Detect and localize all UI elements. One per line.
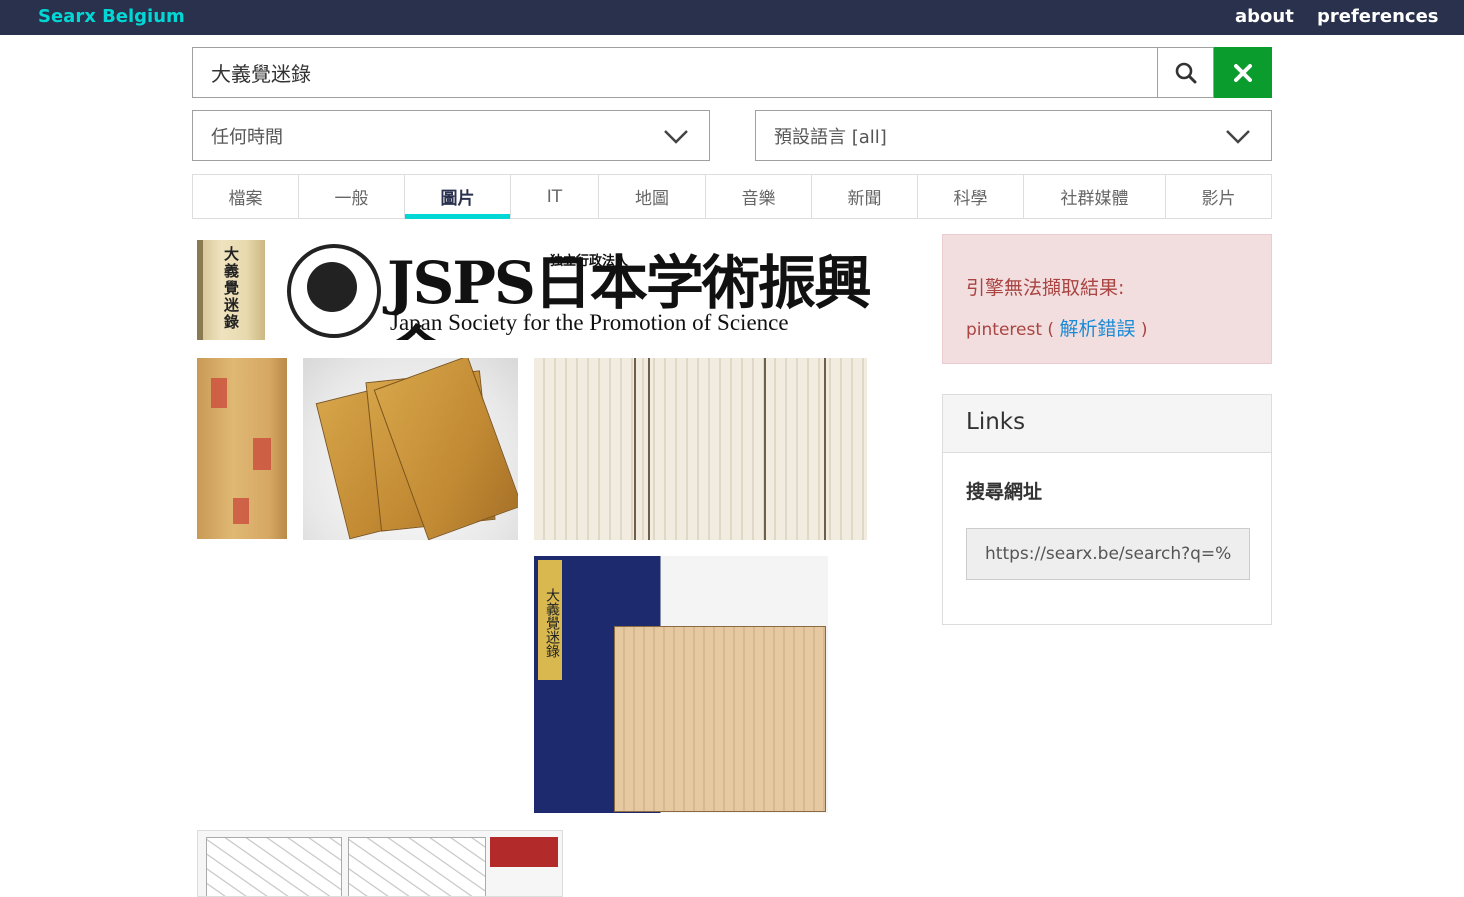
page-column-rule [634, 358, 636, 540]
top-navbar: Searx Belgium about preferences [0, 0, 1464, 35]
tab-files[interactable]: 檔案 [193, 175, 299, 218]
engine-error-panel: 引擎無法擷取結果: pinterest ( 解析錯誤 ) [942, 234, 1272, 364]
map-panel [348, 837, 486, 896]
tab-social-media[interactable]: 社群媒體 [1024, 175, 1166, 218]
image-result-jsps-logo[interactable]: JSPS日本学術振興会 独立行政法人 Japan Society for the… [285, 240, 875, 340]
tab-news[interactable]: 新聞 [812, 175, 918, 218]
tab-maps[interactable]: 地圖 [599, 175, 706, 218]
search-icon [1175, 62, 1196, 83]
tab-videos[interactable]: 影片 [1166, 175, 1271, 218]
category-tabs: 檔案 一般 圖片 IT 地圖 音樂 新聞 科學 社群媒體 影片 [192, 174, 1272, 219]
close-icon [1234, 63, 1252, 82]
tab-it[interactable]: IT [511, 175, 599, 218]
page-column-rule [764, 358, 766, 540]
image-result-text-page[interactable] [534, 358, 867, 540]
search-button[interactable] [1157, 47, 1214, 98]
page-column-rule [824, 358, 826, 540]
nav-preferences-link[interactable]: preferences [1317, 6, 1439, 27]
red-seal-mark [253, 438, 271, 470]
chevron-down-icon [1226, 130, 1250, 144]
image-result-map[interactable] [197, 830, 563, 897]
language-select[interactable]: 預設語言 [all] [755, 110, 1272, 161]
image-result-old-books[interactable] [303, 358, 518, 540]
image-result-book-cover[interactable]: 大義覺迷錄 [197, 240, 265, 340]
clear-search-button[interactable] [1214, 47, 1272, 98]
time-range-value: 任何時間 [211, 126, 283, 148]
map-panel [206, 837, 342, 896]
jsps-logo-kicker: 独立行政法人 [550, 254, 629, 269]
search-url-label: 搜尋網址 [966, 481, 1043, 503]
nav-about-link[interactable]: about [1235, 6, 1294, 27]
page-column-rule [648, 358, 650, 540]
book-open-page [614, 626, 826, 812]
tab-music[interactable]: 音樂 [706, 175, 812, 218]
error-engine-line: pinterest ( 解析錯誤 ) [966, 314, 1248, 341]
red-seal-mark [233, 498, 249, 524]
error-close-paren: ) [1135, 320, 1148, 340]
map-red-banner [490, 837, 558, 867]
search-url-field[interactable] [966, 528, 1250, 580]
tab-science[interactable]: 科學 [918, 175, 1024, 218]
brand-link[interactable]: Searx Belgium [38, 6, 185, 27]
tab-images[interactable]: 圖片 [405, 175, 511, 219]
jsps-seal-center [307, 262, 357, 312]
error-title: 引擎無法擷取結果: [966, 277, 1125, 299]
error-engine-name: pinterest [966, 320, 1043, 340]
jsps-logo-subtitle: Japan Society for the Promotion of Scien… [390, 310, 789, 335]
search-input[interactable] [192, 47, 1158, 98]
image-result-bound-book[interactable]: 大義覺迷錄 [534, 556, 828, 813]
time-range-select[interactable]: 任何時間 [192, 110, 710, 161]
red-seal-mark [211, 378, 227, 408]
links-panel-title: Links [943, 395, 1271, 453]
book-title-text: 大義覺迷錄 [222, 246, 240, 331]
error-open-paren: ( [1042, 320, 1060, 340]
image-result-manuscript-page[interactable] [197, 358, 287, 539]
links-panel: Links 搜尋網址 [942, 394, 1272, 625]
language-value: 預設語言 [all] [774, 126, 887, 148]
tab-general[interactable]: 一般 [299, 175, 405, 218]
book-cover-label: 大義覺迷錄 [538, 560, 562, 680]
error-detail-link[interactable]: 解析錯誤 [1059, 318, 1135, 340]
chevron-down-icon [664, 130, 688, 144]
